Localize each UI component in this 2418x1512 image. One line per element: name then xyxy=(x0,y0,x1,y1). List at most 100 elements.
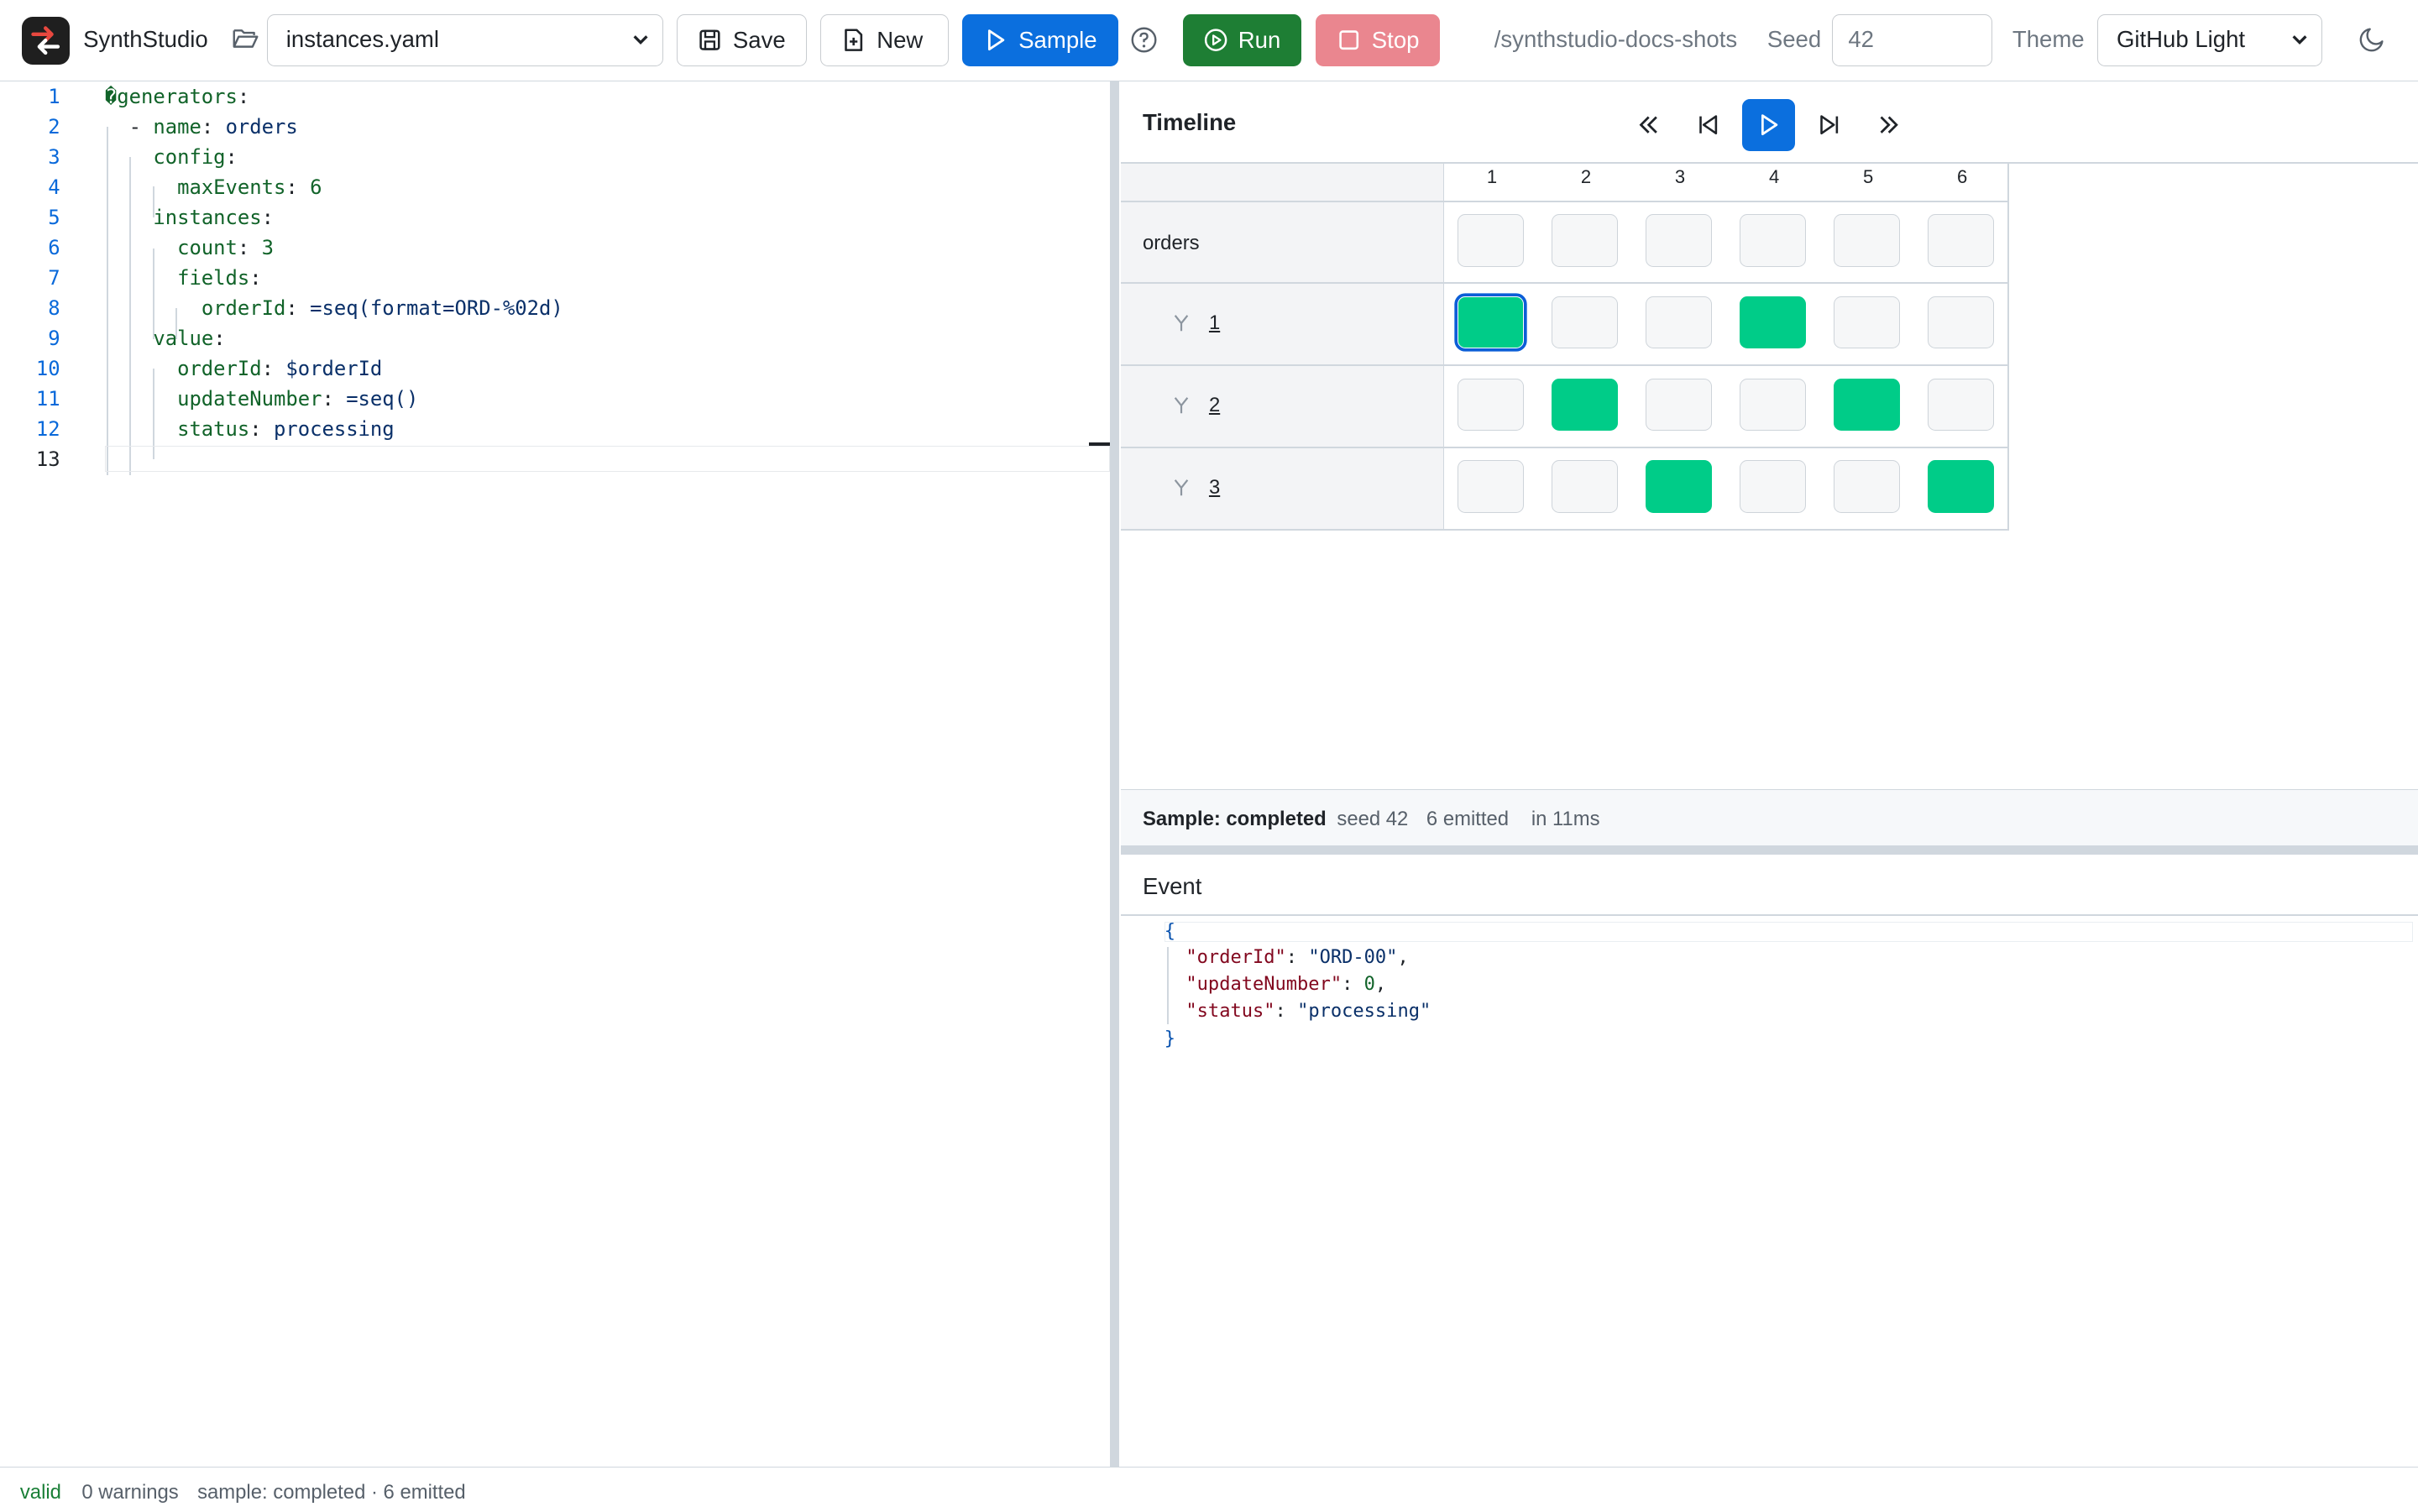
code-text: updateNumber: =seq() xyxy=(177,387,419,411)
code-text: - name: orders xyxy=(104,115,298,139)
code-line[interactable]: 11 updateNumber: =seq() xyxy=(0,387,1110,417)
code-line[interactable]: 7 fields: xyxy=(0,266,1110,296)
timeline-event-cell[interactable] xyxy=(1551,296,1618,349)
timeline-event-cell[interactable] xyxy=(1645,378,1712,431)
timeline-cell[interactable] xyxy=(1927,214,1994,267)
stop-button[interactable]: Stop xyxy=(1315,13,1441,66)
timeline-event-cell[interactable] xyxy=(1927,296,1994,349)
timeline-column-header: 4 xyxy=(1768,166,1780,188)
json-close-brace: } xyxy=(1164,1028,1175,1050)
timeline-event-cell[interactable] xyxy=(1739,296,1806,349)
yaml-editor[interactable]: 1 �generators: 2 - name: orders 3 config: 4 … xyxy=(0,81,1111,1467)
json-field: "orderId": "ORD-00", xyxy=(1185,946,1409,968)
timeline-event-cell[interactable] xyxy=(1645,460,1712,513)
stop-button-label: Stop xyxy=(1371,26,1420,53)
timeline-cell[interactable] xyxy=(1551,214,1618,267)
instance-label[interactable]: 3 xyxy=(1172,476,1220,500)
timeline-cell[interactable] xyxy=(1833,214,1900,267)
line-number: 6 xyxy=(48,236,60,259)
code-line[interactable]: 5 instances: xyxy=(0,206,1110,236)
line-number: 3 xyxy=(48,145,60,170)
timeline-event-cell[interactable] xyxy=(1833,296,1900,349)
timeline-event-cell[interactable] xyxy=(1551,460,1618,513)
divider xyxy=(1121,914,2418,916)
chevron-down-icon xyxy=(633,35,648,44)
code-line[interactable]: 4 maxEvents: 6 xyxy=(0,175,1110,206)
code-text: value: xyxy=(153,327,226,350)
code-line[interactable]: 8 orderId: =seq(format=ORD-%02d) xyxy=(0,296,1110,327)
help-icon[interactable] xyxy=(1130,26,1158,60)
step-back-button[interactable] xyxy=(1683,99,1735,151)
project-path: /synthstudio-docs-shots xyxy=(1494,26,1738,53)
timeline-event-cell[interactable] xyxy=(1833,460,1900,513)
save-icon xyxy=(699,29,720,50)
file-select[interactable]: instances.yaml xyxy=(266,13,663,66)
event-panel: Event { "orderId": "ORD-00", "updateNumbe… xyxy=(1121,854,2418,1467)
sample-emitted: 6 emitted xyxy=(1426,807,1510,830)
code-text: instances: xyxy=(153,206,275,229)
line-number: 2 xyxy=(48,115,60,139)
timeline-event-cell[interactable] xyxy=(1551,378,1618,431)
timeline-event-cell[interactable] xyxy=(1833,378,1900,431)
code-line[interactable]: 12 status: processing xyxy=(0,417,1110,447)
event-title: Event xyxy=(1142,872,1202,899)
vertical-splitter[interactable] xyxy=(1110,81,1120,1467)
code-text: fields: xyxy=(177,266,262,290)
line-number: 10 xyxy=(35,357,60,380)
instance-label[interactable]: 1 xyxy=(1172,311,1220,335)
timeline-event-cell[interactable] xyxy=(1739,378,1806,431)
code-line[interactable]: 6 count: 3 xyxy=(0,236,1110,266)
save-button[interactable]: Save xyxy=(677,13,807,66)
json-open-brace: { xyxy=(1164,920,1175,942)
line-number: 8 xyxy=(48,296,60,320)
row-divider xyxy=(1121,528,2010,531)
code-line[interactable]: 2 - name: orders xyxy=(0,115,1110,145)
seed-input[interactable]: 42 xyxy=(1831,13,1992,66)
json-field: "status": "processing" xyxy=(1185,1001,1431,1023)
play-button[interactable] xyxy=(1742,98,1795,151)
app-logo-icon xyxy=(21,17,70,65)
folder-open-icon[interactable] xyxy=(232,24,263,55)
timeline-event-cell[interactable] xyxy=(1927,378,1994,431)
code-line[interactable]: 10 orderId: $orderId xyxy=(0,357,1110,387)
timeline-event-cell[interactable] xyxy=(1927,460,1994,513)
sample-button-label: Sample xyxy=(1018,26,1097,53)
code-line[interactable]: 3 config: xyxy=(0,145,1110,175)
moon-icon[interactable] xyxy=(2358,26,2385,60)
horizontal-splitter[interactable] xyxy=(1121,845,2418,855)
timeline-event-cell[interactable] xyxy=(1457,378,1524,431)
timeline-cell[interactable] xyxy=(1739,214,1806,267)
code-line[interactable]: 9 value: xyxy=(0,327,1110,357)
step-forward-button[interactable] xyxy=(1803,99,1855,151)
code-text: �generators: xyxy=(104,85,250,109)
generator-label: orders xyxy=(1142,231,1200,254)
timeline-cell[interactable] xyxy=(1645,214,1712,267)
validation-status: valid xyxy=(19,1481,61,1504)
play-circle-icon xyxy=(1204,29,1227,51)
timeline-event-cell[interactable] xyxy=(1645,296,1712,349)
timeline-column-header: 2 xyxy=(1580,166,1592,188)
instance-number: 3 xyxy=(1208,475,1221,499)
line-number: 12 xyxy=(35,417,60,441)
branch-icon xyxy=(1174,315,1189,332)
instance-number: 2 xyxy=(1208,393,1221,416)
run-button[interactable]: Run xyxy=(1182,13,1302,66)
theme-select-value: GitHub Light xyxy=(2116,25,2246,52)
skip-to-end-button[interactable] xyxy=(1863,99,1915,151)
timeline-event-cell[interactable] xyxy=(1457,460,1524,513)
code-text: config: xyxy=(153,145,238,170)
play-icon xyxy=(1761,114,1778,136)
theme-select[interactable]: GitHub Light xyxy=(2096,13,2323,66)
instance-label[interactable]: 2 xyxy=(1172,394,1220,417)
line-number: 4 xyxy=(48,175,60,199)
sample-button[interactable]: Sample xyxy=(962,13,1118,66)
code-text: count: 3 xyxy=(177,236,275,259)
code-line[interactable]: 13 xyxy=(0,447,1110,478)
code-line[interactable]: 1 �generators: xyxy=(0,85,1110,115)
timeline-event-cell[interactable] xyxy=(1739,460,1806,513)
skip-to-start-button[interactable] xyxy=(1622,99,1674,151)
new-button[interactable]: New xyxy=(820,13,949,66)
code-text: orderId: $orderId xyxy=(177,357,383,380)
timeline-cell[interactable] xyxy=(1457,214,1524,267)
timeline-event-cell[interactable] xyxy=(1457,296,1524,349)
